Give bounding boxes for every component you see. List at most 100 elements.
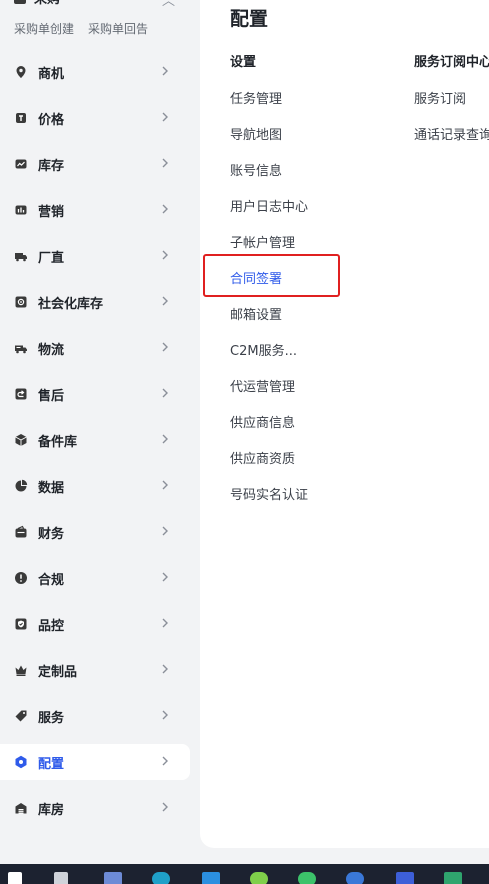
sidebar-item-label: 物流 bbox=[38, 342, 65, 358]
sidebar-item-label: 采购 bbox=[34, 0, 60, 7]
task-view-icon[interactable] bbox=[54, 872, 68, 884]
sidebar-item-16[interactable]: 库房 bbox=[0, 790, 190, 826]
sidebar-item-label: 定制品 bbox=[38, 664, 78, 680]
sidebar-item-label: 价格 bbox=[38, 112, 65, 128]
sidebar-item-label: 厂直 bbox=[38, 250, 65, 266]
sidebar-item-11[interactable]: 合规 bbox=[0, 560, 190, 596]
link-task-management[interactable]: 任务管理 bbox=[230, 82, 308, 118]
link-supplier-qualification[interactable]: 供应商资质 bbox=[230, 442, 308, 478]
purchase-icon bbox=[14, 0, 26, 4]
settings-app-icon[interactable] bbox=[202, 872, 220, 884]
sidebar-item-2[interactable]: 库存 bbox=[0, 146, 190, 182]
chevron-right-icon bbox=[158, 615, 172, 629]
sidebar-item-label: 售后 bbox=[38, 388, 65, 404]
sidebar-item-purchase[interactable]: 采购 bbox=[14, 0, 60, 7]
sidebar-item-label: 数据 bbox=[38, 480, 65, 496]
stock-chart-icon bbox=[14, 157, 28, 171]
sidebar-item-7[interactable]: 售后 bbox=[0, 376, 190, 412]
target-icon bbox=[14, 295, 28, 309]
sidebar-item-14[interactable]: 服务 bbox=[0, 698, 190, 734]
sidebar-item-3[interactable]: 营销 bbox=[0, 192, 190, 228]
chevron-right-icon bbox=[158, 201, 172, 215]
chevron-right-icon bbox=[158, 799, 172, 813]
sidebar-item-label: 备件库 bbox=[38, 434, 78, 450]
search-app-icon[interactable] bbox=[346, 872, 364, 884]
chevron-right-icon bbox=[158, 155, 172, 169]
sub-link-purchase-create[interactable]: 采购单创建 bbox=[14, 20, 74, 37]
link-c2m-service[interactable]: C2M服务... bbox=[230, 334, 308, 370]
sidebar-item-5[interactable]: 社会化库存 bbox=[0, 284, 190, 320]
app-green-icon[interactable] bbox=[250, 872, 268, 884]
chevron-right-icon bbox=[158, 661, 172, 675]
windows-start-icon[interactable] bbox=[8, 872, 22, 884]
sidebar-item-label: 配置 bbox=[38, 756, 65, 772]
chevron-up-icon[interactable]: ︿ bbox=[162, 0, 175, 9]
config-panel: 配置 设置 任务管理 导航地图 账号信息 用户日志中心 子帐户管理 合同签署 邮… bbox=[200, 0, 489, 848]
chevron-right-icon bbox=[158, 753, 172, 767]
chevron-right-icon bbox=[158, 293, 172, 307]
service-tag-icon bbox=[14, 709, 28, 723]
sidebar: 采购 ︿ 采购单创建 采购单回告 商机价格库存营销厂直社会化库存物流售后备件库数… bbox=[0, 0, 200, 864]
truck-icon bbox=[14, 249, 28, 263]
os-taskbar bbox=[0, 864, 489, 884]
delivery-truck-icon bbox=[14, 341, 28, 355]
sidebar-item-label: 商机 bbox=[38, 66, 65, 82]
chevron-right-icon bbox=[158, 109, 172, 123]
chevron-right-icon bbox=[158, 63, 172, 77]
app-m-icon[interactable] bbox=[396, 872, 414, 884]
sub-link-purchase-reply[interactable]: 采购单回告 bbox=[88, 20, 148, 37]
link-phone-real-name-auth[interactable]: 号码实名认证 bbox=[230, 478, 308, 514]
link-email-settings[interactable]: 邮箱设置 bbox=[230, 298, 308, 334]
sidebar-item-label: 合规 bbox=[38, 572, 65, 588]
price-tag-icon bbox=[14, 111, 28, 125]
link-operation-agent-management[interactable]: 代运营管理 bbox=[230, 370, 308, 406]
link-account-info[interactable]: 账号信息 bbox=[230, 154, 308, 190]
sidebar-item-15[interactable]: 配置 bbox=[0, 744, 190, 780]
warehouse-icon bbox=[14, 801, 28, 815]
page-title: 配置 bbox=[230, 8, 269, 30]
sidebar-item-4[interactable]: 厂直 bbox=[0, 238, 190, 274]
service-subscription-column: 服务订阅中心 服务订阅 通话记录查询 bbox=[414, 56, 489, 154]
link-user-log-center[interactable]: 用户日志中心 bbox=[230, 190, 308, 226]
sidebar-item-label: 营销 bbox=[38, 204, 65, 220]
calculator-icon[interactable] bbox=[104, 872, 122, 884]
sidebar-item-9[interactable]: 数据 bbox=[0, 468, 190, 504]
chevron-right-icon bbox=[158, 569, 172, 583]
link-navigation-map[interactable]: 导航地图 bbox=[230, 118, 308, 154]
chevron-right-icon bbox=[158, 523, 172, 537]
column-header-settings: 设置 bbox=[230, 55, 257, 70]
sidebar-item-1[interactable]: 价格 bbox=[0, 100, 190, 136]
column-header-service-subscription: 服务订阅中心 bbox=[414, 55, 489, 70]
link-service-subscription[interactable]: 服务订阅 bbox=[414, 82, 489, 118]
marketing-bars-icon bbox=[14, 203, 28, 217]
chevron-right-icon bbox=[158, 385, 172, 399]
annotation-highlight-box bbox=[203, 254, 340, 297]
cube-icon bbox=[14, 433, 28, 447]
sidebar-item-label: 库房 bbox=[38, 802, 65, 818]
sidebar-item-6[interactable]: 物流 bbox=[0, 330, 190, 366]
sidebar-item-0[interactable]: 商机 bbox=[0, 54, 190, 90]
return-icon bbox=[14, 387, 28, 401]
purchase-sub-links: 采购单创建 采购单回告 bbox=[14, 20, 194, 37]
sidebar-item-10[interactable]: 财务 bbox=[0, 514, 190, 550]
link-supplier-info[interactable]: 供应商信息 bbox=[230, 406, 308, 442]
wechat-icon[interactable] bbox=[298, 872, 316, 884]
wallet-icon bbox=[14, 525, 28, 539]
chevron-right-icon bbox=[158, 247, 172, 261]
hexagon-settings-icon bbox=[14, 755, 28, 769]
sidebar-item-13[interactable]: 定制品 bbox=[0, 652, 190, 688]
sidebar-item-label: 财务 bbox=[38, 526, 65, 542]
chevron-right-icon bbox=[158, 431, 172, 445]
pie-chart-icon bbox=[14, 479, 28, 493]
sidebar-item-12[interactable]: 品控 bbox=[0, 606, 190, 642]
sidebar-item-label: 品控 bbox=[38, 618, 65, 634]
crown-icon bbox=[14, 663, 28, 677]
sidebar-item-label: 服务 bbox=[38, 710, 65, 726]
browser-icon[interactable] bbox=[152, 872, 170, 884]
sidebar-item-label: 库存 bbox=[38, 158, 65, 174]
chevron-right-icon bbox=[158, 339, 172, 353]
chevron-right-icon bbox=[158, 707, 172, 721]
app-tiles-icon[interactable] bbox=[444, 872, 462, 884]
sidebar-item-8[interactable]: 备件库 bbox=[0, 422, 190, 458]
link-call-record-query[interactable]: 通话记录查询 bbox=[414, 118, 489, 154]
